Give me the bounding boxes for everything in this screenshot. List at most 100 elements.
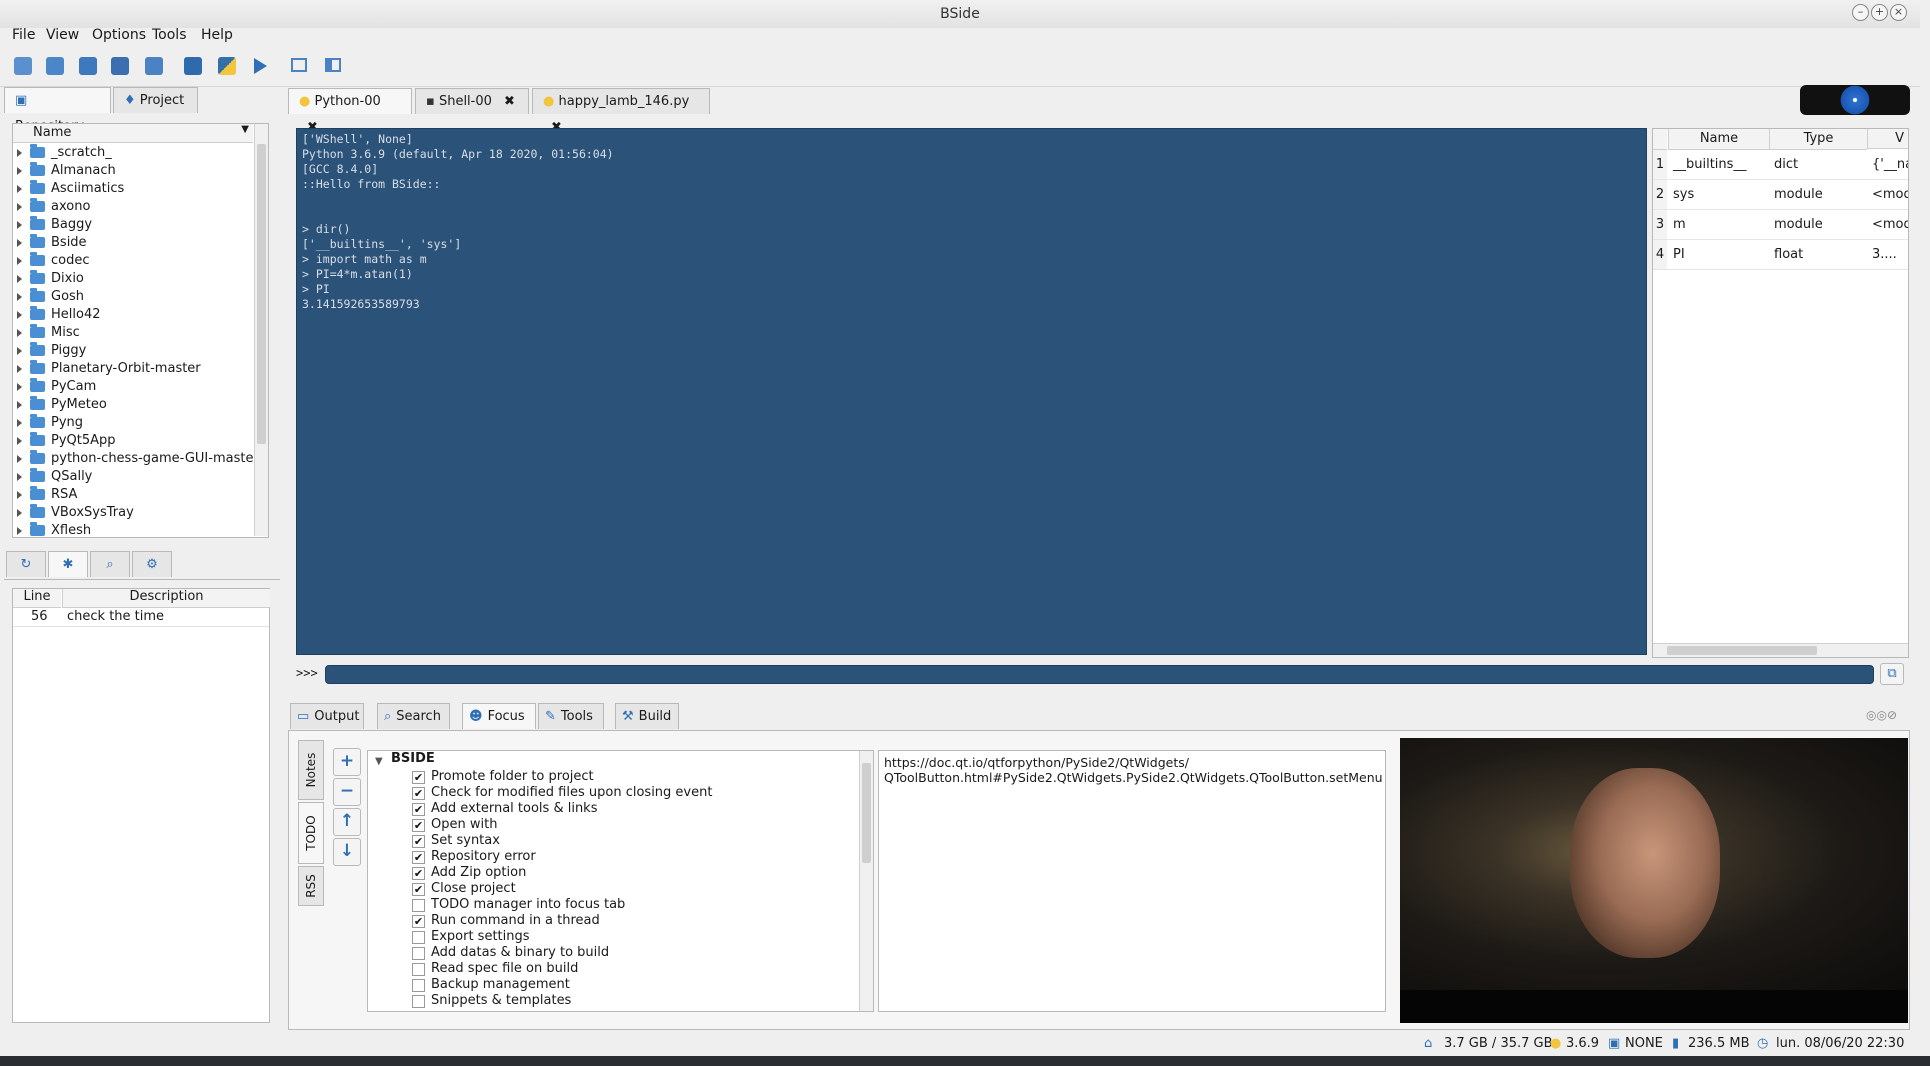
todo-item-label[interactable]: Export settings [431, 929, 530, 945]
move-up-button[interactable]: ↑ [333, 808, 361, 836]
tab-search[interactable]: ⌕ Search [377, 703, 450, 729]
expand-arrow-icon[interactable] [17, 220, 22, 229]
todo-item-label[interactable]: Repository error [431, 849, 536, 865]
run-icon[interactable] [254, 58, 267, 74]
tree-item[interactable]: Piggy [17, 342, 86, 360]
expand-arrow-icon[interactable] [17, 400, 22, 409]
side-tab-todo[interactable]: TODO [298, 802, 324, 864]
tree-item[interactable]: codec [17, 252, 90, 270]
tab-shell-00[interactable]: ▪ Shell-00 ✖ [415, 88, 529, 114]
todo-item-label[interactable]: Read spec file on build [431, 961, 578, 977]
expand-arrow-icon[interactable] [17, 472, 22, 481]
tree-item[interactable]: Asciimatics [17, 180, 124, 198]
copy-icon[interactable]: ⧉ [1880, 663, 1904, 685]
expand-arrow-icon[interactable]: ▼ [375, 756, 383, 767]
todo-item-label[interactable]: Promote folder to project [431, 769, 594, 785]
expand-arrow-icon[interactable] [17, 292, 22, 301]
tree-item[interactable]: Gosh [17, 288, 84, 306]
tree-scrollbar-thumb[interactable] [257, 144, 266, 444]
save-all-icon[interactable] [145, 57, 163, 75]
expand-arrow-icon[interactable] [17, 166, 22, 175]
expand-arrow-icon[interactable] [17, 238, 22, 247]
todo-checkbox[interactable] [412, 979, 425, 992]
todo-checkbox[interactable]: ✔ [412, 883, 425, 896]
todo-item-label[interactable]: Snippets & templates [431, 993, 571, 1009]
tab-repository[interactable]: ▣ Repository [4, 87, 111, 134]
panel-controls-icon[interactable]: ◎◎⊘ [1866, 708, 1906, 722]
variable-row[interactable]: 4 PI float 3.... [1653, 240, 1908, 270]
tree-item[interactable]: RSA [17, 486, 77, 504]
add-item-button[interactable]: + [333, 748, 361, 776]
maximize-button[interactable]: + [1871, 4, 1888, 21]
todo-checkbox[interactable] [412, 899, 425, 912]
variable-row[interactable]: 1__builtins__dict{'__nar [1653, 150, 1908, 180]
column-description[interactable]: Description [62, 589, 270, 608]
expand-arrow-icon[interactable] [17, 526, 22, 535]
todo-checkbox[interactable]: ✔ [412, 835, 425, 848]
expand-arrow-icon[interactable] [17, 328, 22, 337]
tree-item[interactable]: Xflesh [17, 522, 91, 540]
todo-checkbox[interactable]: ✔ [412, 851, 425, 864]
tree-item[interactable]: PyQt5App [17, 432, 116, 450]
tab-focus[interactable]: ☻ Focus [462, 703, 536, 729]
tab-find[interactable]: ⌕ [90, 551, 130, 577]
tree-item[interactable]: _scratch_ [17, 144, 112, 162]
tree-item[interactable]: Misc [17, 324, 80, 342]
variables-hscrollbar-thumb[interactable] [1667, 646, 1817, 655]
tab-refresh[interactable]: ↻ [6, 551, 46, 577]
move-down-button[interactable]: ↓ [333, 838, 361, 866]
variable-row[interactable]: 3mmodule<modu [1653, 210, 1908, 240]
tab-project[interactable]: ♦ Project [113, 87, 198, 113]
layout-horizontal-icon[interactable] [291, 58, 307, 72]
tree-item[interactable]: Dixio [17, 270, 84, 288]
column-value[interactable]: V [1867, 129, 1908, 149]
expand-arrow-icon[interactable] [17, 454, 22, 463]
tree-scrollbar[interactable] [254, 124, 268, 536]
table-row[interactable]: 56 check the time [13, 608, 269, 627]
todo-checkbox[interactable] [412, 931, 425, 944]
menu-file[interactable]: File [12, 27, 35, 43]
todo-item-label[interactable]: Open with [431, 817, 497, 833]
todo-item-label[interactable]: Close project [431, 881, 516, 897]
tree-item[interactable]: QSally [17, 468, 92, 486]
todo-item-label[interactable]: Add datas & binary to build [431, 945, 609, 961]
menu-options[interactable]: Options [92, 27, 146, 43]
todo-scrollbar-thumb[interactable] [862, 763, 871, 863]
todo-item-label[interactable]: Backup management [431, 977, 570, 993]
remove-item-button[interactable]: − [333, 778, 361, 806]
todo-item-label[interactable]: Add Zip option [431, 865, 526, 881]
save-icon[interactable] [111, 57, 129, 75]
todo-scrollbar[interactable] [859, 751, 873, 1011]
tab-settings[interactable]: ⚙ [132, 551, 172, 577]
todo-item-label[interactable]: Set syntax [431, 833, 500, 849]
tab-happy-lamb[interactable]: ● happy_lamb_146.py ✖ [532, 88, 710, 135]
todo-item-label[interactable]: Check for modified files upon closing ev… [431, 785, 712, 801]
column-type[interactable]: Type [1769, 129, 1867, 150]
tree-header[interactable]: Name ▼ [13, 124, 253, 143]
expand-arrow-icon[interactable] [17, 418, 22, 427]
new-file-icon[interactable] [14, 57, 32, 75]
side-tab-notes[interactable]: Notes [298, 740, 324, 800]
side-tab-rss[interactable]: RSS [298, 866, 324, 906]
menu-help[interactable]: Help [201, 27, 233, 43]
todo-checkbox[interactable]: ✔ [412, 771, 425, 784]
todo-checkbox[interactable] [412, 995, 425, 1008]
expand-arrow-icon[interactable] [17, 346, 22, 355]
todo-item-label[interactable]: TODO manager into focus tab [431, 897, 625, 913]
tree-item[interactable]: Baggy [17, 216, 92, 234]
todo-checkbox[interactable] [412, 947, 425, 960]
expand-arrow-icon[interactable] [17, 382, 22, 391]
todo-checklist[interactable]: ▼ BSIDE ✔ Promote folder to project ✔ Check… [367, 750, 874, 1012]
repository-tree[interactable]: Name ▼ _scratch_ Almanach Asciimatics axono… [12, 123, 269, 538]
open-file-icon[interactable] [46, 57, 64, 75]
todo-item-label[interactable]: Run command in a thread [431, 913, 600, 929]
tree-item[interactable]: Planetary-Orbit-master [17, 360, 201, 378]
expand-arrow-icon[interactable] [17, 256, 22, 265]
column-line[interactable]: Line [13, 589, 61, 608]
tab-python-00[interactable]: ● Python-00 ✖ [288, 88, 412, 135]
tab-build[interactable]: ⚒ Build [615, 703, 679, 729]
close-window-button[interactable]: × [1890, 4, 1907, 21]
expand-arrow-icon[interactable] [17, 202, 22, 211]
expand-arrow-icon[interactable] [17, 436, 22, 445]
recent-files-icon[interactable] [79, 57, 97, 75]
